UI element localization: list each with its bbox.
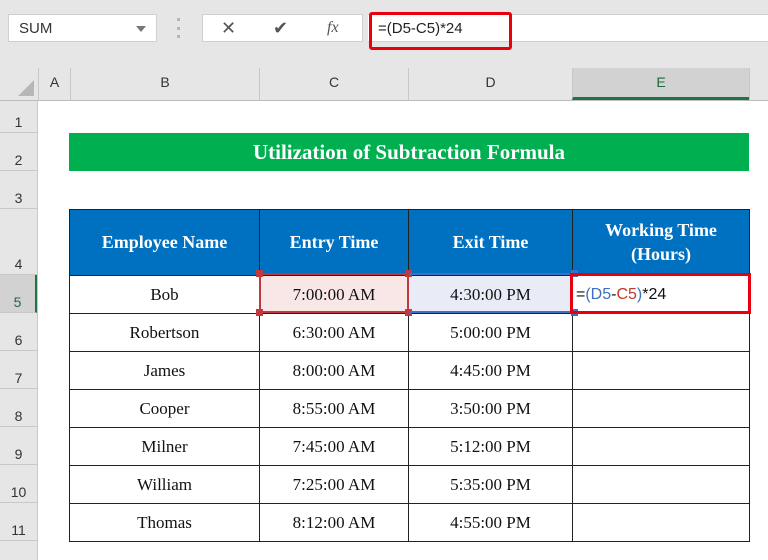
cell-exit[interactable]: 4:30:00 PM	[408, 275, 573, 314]
formula-input[interactable]: =(D5-C5)*24	[368, 14, 768, 42]
name-box[interactable]: SUM	[8, 14, 157, 42]
cell-exit[interactable]: 5:00:00 PM	[408, 313, 573, 352]
column-header-a[interactable]: A	[38, 68, 70, 100]
enter-icon[interactable]: ✔	[273, 18, 288, 39]
row-header-7[interactable]: 7	[0, 351, 37, 389]
row-header-3[interactable]: 3	[0, 171, 37, 209]
cell-entry[interactable]: 8:12:00 AM	[259, 503, 409, 542]
sheet-title[interactable]: Utilization of Subtraction Formula	[69, 133, 749, 171]
column-header-f[interactable]	[749, 68, 768, 100]
cell-exit[interactable]: 5:12:00 PM	[408, 427, 573, 466]
formula-text: =(D5-C5)*24	[378, 20, 463, 37]
employee-table: Employee Name Entry Time Exit Time Worki…	[69, 209, 750, 542]
cell-entry[interactable]: 7:45:00 AM	[259, 427, 409, 466]
name-box-value: SUM	[19, 20, 53, 37]
header-working-time[interactable]: Working Time (Hours)	[572, 209, 750, 276]
header-entry-time[interactable]: Entry Time	[259, 209, 409, 276]
cell-name[interactable]: Milner	[69, 427, 260, 466]
splitter-handle[interactable]	[177, 18, 180, 38]
header-exit-time[interactable]: Exit Time	[408, 209, 573, 276]
column-header-c[interactable]: C	[259, 68, 408, 100]
table-row: William 7:25:00 AM 5:35:00 PM	[69, 465, 750, 504]
cell-hours[interactable]	[572, 351, 750, 390]
table-header-row: Employee Name Entry Time Exit Time Worki…	[69, 209, 750, 276]
table-row: Cooper 8:55:00 AM 3:50:00 PM	[69, 389, 750, 428]
table-row: Thomas 8:12:00 AM 4:55:00 PM	[69, 503, 750, 542]
cell-name[interactable]: James	[69, 351, 260, 390]
cell-exit[interactable]: 4:45:00 PM	[408, 351, 573, 390]
row-header-2[interactable]: 2	[0, 133, 37, 171]
cell-name[interactable]: Thomas	[69, 503, 260, 542]
row-header-9[interactable]: 9	[0, 427, 37, 465]
column-header-bar: A B C D E	[0, 68, 768, 101]
chevron-down-icon[interactable]	[136, 26, 146, 32]
formula-bar: SUM ✕ ✔ fx =(D5-C5)*24	[0, 0, 768, 68]
cell-exit[interactable]: 5:35:00 PM	[408, 465, 573, 504]
row-header-4[interactable]: 4	[0, 209, 37, 275]
row-header-bar: 1 2 3 4 5 6 7 8 9 10 11	[0, 101, 38, 560]
cell-hours[interactable]	[572, 503, 750, 542]
table-row: Bob 7:00:00 AM 4:30:00 PM =(D5-C5)*24	[69, 275, 750, 314]
row-header-8[interactable]: 8	[0, 389, 37, 427]
cell-entry[interactable]: 8:55:00 AM	[259, 389, 409, 428]
cell-hours[interactable]	[572, 389, 750, 428]
cell-entry[interactable]: 7:25:00 AM	[259, 465, 409, 504]
cell-hours[interactable]	[572, 427, 750, 466]
cell-exit[interactable]: 3:50:00 PM	[408, 389, 573, 428]
cell-hours-editing[interactable]: =(D5-C5)*24	[572, 275, 750, 314]
cell-hours[interactable]	[572, 313, 750, 352]
cell-entry[interactable]: 7:00:00 AM	[259, 275, 409, 314]
table-row: Milner 7:45:00 AM 5:12:00 PM	[69, 427, 750, 466]
table-row: Robertson 6:30:00 AM 5:00:00 PM	[69, 313, 750, 352]
cell-entry[interactable]: 6:30:00 AM	[259, 313, 409, 352]
insert-function-icon[interactable]: fx	[327, 19, 339, 37]
column-header-e[interactable]: E	[572, 68, 749, 100]
header-employee-name[interactable]: Employee Name	[69, 209, 260, 276]
column-header-d[interactable]: D	[408, 68, 572, 100]
select-all-button[interactable]	[0, 68, 38, 100]
row-header-10[interactable]: 10	[0, 465, 37, 503]
row-header-6[interactable]: 6	[0, 313, 37, 351]
cell-name[interactable]: Bob	[69, 275, 260, 314]
cell-exit[interactable]: 4:55:00 PM	[408, 503, 573, 542]
row-header-1[interactable]: 1	[0, 101, 37, 133]
table-row: James 8:00:00 AM 4:45:00 PM	[69, 351, 750, 390]
cell-name[interactable]: Cooper	[69, 389, 260, 428]
cell-name[interactable]: Robertson	[69, 313, 260, 352]
cell-hours[interactable]	[572, 465, 750, 504]
row-header-5[interactable]: 5	[0, 275, 37, 313]
row-header-11[interactable]: 11	[0, 503, 37, 541]
cell-entry[interactable]: 8:00:00 AM	[259, 351, 409, 390]
select-all-icon	[18, 80, 34, 96]
formula-actions: ✕ ✔ fx	[202, 14, 363, 42]
cancel-icon[interactable]: ✕	[221, 18, 236, 39]
cell-name[interactable]: William	[69, 465, 260, 504]
column-header-b[interactable]: B	[70, 68, 259, 100]
